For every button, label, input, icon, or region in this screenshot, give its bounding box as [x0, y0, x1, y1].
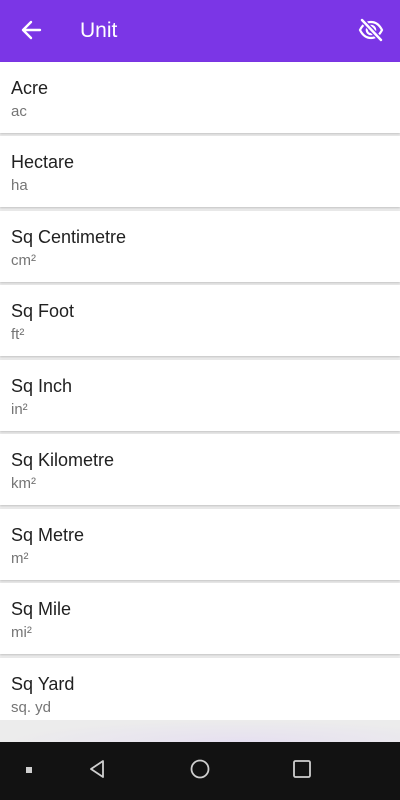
overscroll-glow: [0, 720, 400, 742]
nav-back-button[interactable]: [82, 756, 112, 786]
recent-button[interactable]: [14, 756, 44, 786]
visibility-toggle-button[interactable]: [354, 15, 388, 49]
unit-abbreviation: ft²: [11, 326, 25, 343]
unit-item-hectare[interactable]: Hectare ha: [0, 136, 400, 207]
overview-square-icon: [291, 758, 313, 785]
unit-name: Acre: [11, 78, 49, 98]
back-button[interactable]: [14, 15, 48, 49]
eye-off-icon: [358, 17, 384, 48]
unit-item-sq-yard[interactable]: Sq Yard sq. yd: [0, 658, 400, 729]
unit-name: Sq Inch: [11, 376, 73, 396]
unit-item-sq-foot[interactable]: Sq Foot ft²: [0, 285, 400, 356]
nav-overview-button[interactable]: [287, 756, 317, 786]
recent-dot-icon: [24, 762, 34, 780]
unit-name: Sq Metre: [11, 525, 85, 545]
system-navigation-bar: [0, 742, 400, 800]
unit-name: Sq Kilometre: [11, 450, 115, 470]
unit-item-sq-kilometre[interactable]: Sq Kilometre km²: [0, 434, 400, 505]
unit-abbreviation: km²: [11, 475, 36, 492]
unit-abbreviation: ac: [11, 103, 27, 120]
unit-item-sq-inch[interactable]: Sq Inch in²: [0, 360, 400, 431]
unit-item-sq-centimetre[interactable]: Sq Centimetre cm²: [0, 211, 400, 282]
unit-abbreviation: ha: [11, 177, 28, 194]
unit-abbreviation: m²: [11, 550, 29, 567]
unit-abbreviation: cm²: [11, 252, 36, 269]
unit-name: Sq Centimetre: [11, 227, 127, 247]
unit-item-sq-mile[interactable]: Sq Mile mi²: [0, 583, 400, 654]
nav-home-button[interactable]: [185, 756, 215, 786]
home-circle-icon: [189, 758, 211, 785]
unit-abbreviation: sq. yd: [11, 699, 52, 716]
unit-abbreviation: in²: [11, 401, 28, 418]
back-triangle-icon: [86, 758, 108, 785]
arrow-left-icon: [20, 19, 42, 46]
app-bar: Unit: [0, 0, 400, 62]
unit-name: Hectare: [11, 152, 75, 172]
unit-name: Sq Foot: [11, 301, 75, 321]
unit-name: Sq Mile: [11, 599, 72, 619]
page-title: Unit: [80, 19, 118, 42]
unit-abbreviation: mi²: [11, 624, 32, 641]
unit-item-acre[interactable]: Acre ac: [0, 62, 400, 133]
unit-name: Sq Yard: [11, 674, 75, 694]
unit-item-sq-metre[interactable]: Sq Metre m²: [0, 509, 400, 580]
